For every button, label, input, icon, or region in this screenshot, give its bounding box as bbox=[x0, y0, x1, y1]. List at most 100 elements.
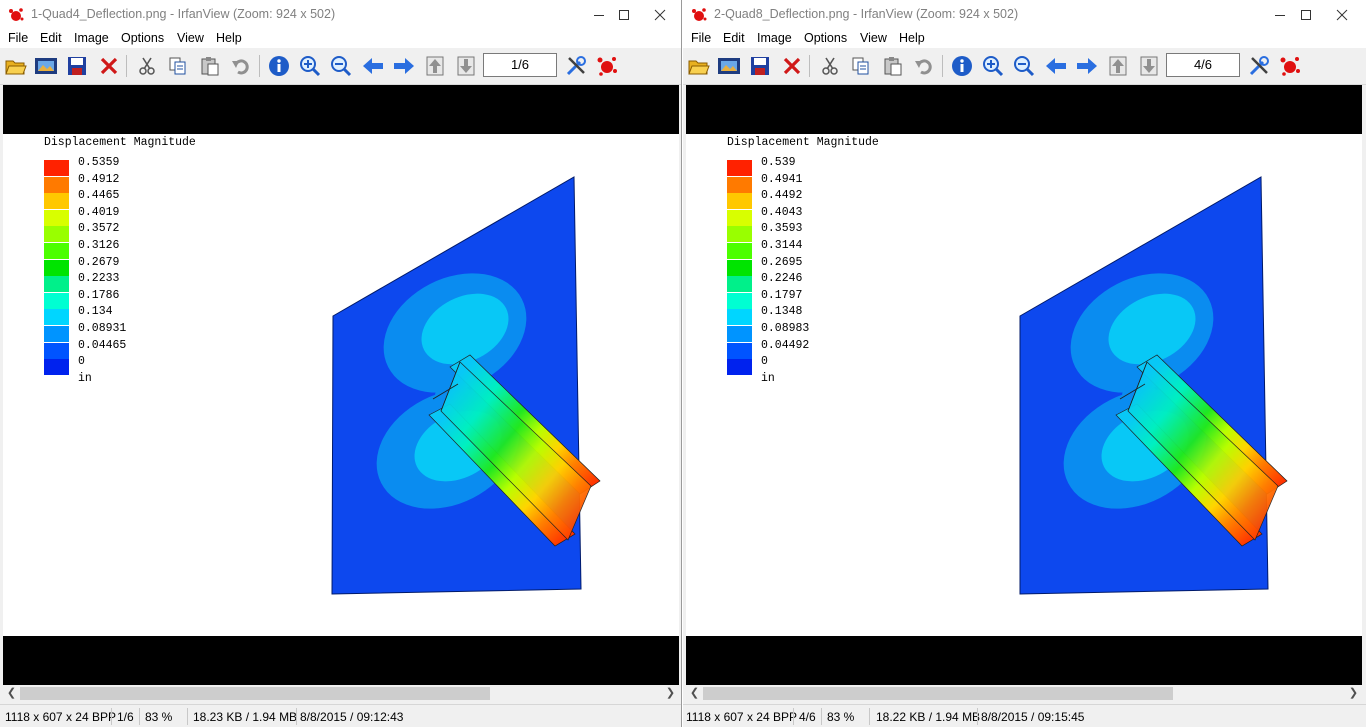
copy-button[interactable] bbox=[848, 53, 874, 79]
save-icon bbox=[751, 57, 769, 75]
info-icon bbox=[269, 56, 289, 76]
page-number-field[interactable]: 1/6 bbox=[483, 53, 557, 77]
status-zoom: 83 % bbox=[827, 710, 855, 724]
open-icon bbox=[688, 60, 710, 75]
horizontal-scrollbar[interactable]: ❮ ❯ bbox=[686, 685, 1362, 702]
image-viewer[interactable]: Displacement Magnitude 0.5359 0.4912 0.446… bbox=[3, 85, 679, 685]
paste-button[interactable] bbox=[880, 53, 906, 79]
copy-button[interactable] bbox=[165, 53, 191, 79]
cut-button[interactable] bbox=[817, 53, 843, 79]
menu-edit[interactable]: Edit bbox=[723, 31, 745, 45]
toolbar: 4/6 bbox=[683, 48, 1366, 85]
paste-button[interactable] bbox=[197, 53, 223, 79]
cut-button[interactable] bbox=[134, 53, 160, 79]
settings-button[interactable] bbox=[1246, 53, 1272, 79]
info-button[interactable] bbox=[949, 53, 975, 79]
horizontal-scrollbar[interactable]: ❮ ❯ bbox=[3, 685, 679, 702]
next-button[interactable] bbox=[1074, 53, 1100, 79]
menu-view[interactable]: View bbox=[177, 31, 204, 45]
irfanview-button[interactable] bbox=[1277, 53, 1303, 79]
maximize-icon bbox=[619, 10, 629, 20]
close-icon bbox=[1336, 9, 1348, 21]
scroll-left-icon[interactable]: ❮ bbox=[686, 685, 703, 702]
irfanview-app-icon bbox=[9, 8, 24, 21]
previous-button[interactable] bbox=[360, 53, 386, 79]
status-bar: 1118 x 607 x 24 BPP 4/6 83 % 18.22 KB / … bbox=[683, 704, 1366, 727]
scroll-right-icon[interactable]: ❯ bbox=[662, 685, 679, 702]
slideshow-button[interactable] bbox=[716, 53, 742, 79]
scroll-left-icon[interactable]: ❮ bbox=[3, 685, 20, 702]
page-number-field[interactable]: 4/6 bbox=[1166, 53, 1240, 77]
menu-view[interactable]: View bbox=[860, 31, 887, 45]
first-page-button[interactable] bbox=[1105, 53, 1131, 79]
copy-icon bbox=[169, 57, 186, 75]
cut-icon bbox=[139, 57, 155, 75]
scrollbar-thumb[interactable] bbox=[703, 687, 1173, 700]
zoom-in-icon bbox=[983, 56, 1004, 77]
previous-button[interactable] bbox=[1043, 53, 1069, 79]
settings-icon bbox=[566, 56, 586, 76]
zoom-in-button[interactable] bbox=[297, 53, 323, 79]
close-button[interactable] bbox=[1319, 0, 1365, 30]
status-page: 1/6 bbox=[117, 710, 134, 724]
info-button[interactable] bbox=[266, 53, 292, 79]
title-bar[interactable]: 1-Quad4_Deflection.png - IrfanView (Zoom… bbox=[0, 0, 681, 30]
delete-button[interactable] bbox=[96, 53, 122, 79]
irfanview-window-left: 1-Quad4_Deflection.png - IrfanView (Zoom… bbox=[0, 0, 682, 727]
menu-file[interactable]: File bbox=[8, 31, 28, 45]
status-datetime: 8/8/2015 / 09:12:43 bbox=[300, 710, 404, 724]
settings-button[interactable] bbox=[563, 53, 589, 79]
status-file-size: 18.22 KB / 1.94 MB bbox=[876, 710, 981, 724]
menu-edit[interactable]: Edit bbox=[40, 31, 62, 45]
toolbar-separator bbox=[259, 55, 260, 77]
undo-button[interactable] bbox=[228, 53, 254, 79]
slideshow-button[interactable] bbox=[33, 53, 59, 79]
status-datetime: 8/8/2015 / 09:15:45 bbox=[981, 710, 1085, 724]
status-page: 4/6 bbox=[799, 710, 816, 724]
last-page-icon bbox=[1140, 56, 1158, 76]
undo-button[interactable] bbox=[911, 53, 937, 79]
scroll-right-icon[interactable]: ❯ bbox=[1345, 685, 1362, 702]
open-icon bbox=[5, 60, 27, 75]
first-page-button[interactable] bbox=[422, 53, 448, 79]
toolbar-separator bbox=[942, 55, 943, 77]
save-icon bbox=[68, 57, 86, 75]
status-dimensions: 1118 x 607 x 24 BPP bbox=[5, 710, 116, 724]
last-page-button[interactable] bbox=[453, 53, 479, 79]
previous-icon bbox=[363, 58, 383, 74]
zoom-in-button[interactable] bbox=[980, 53, 1006, 79]
irfanview-app-icon bbox=[692, 8, 707, 21]
menu-options[interactable]: Options bbox=[121, 31, 164, 45]
scrollbar-thumb[interactable] bbox=[20, 687, 490, 700]
zoom-out-icon bbox=[331, 56, 352, 77]
zoom-in-icon bbox=[300, 56, 321, 77]
open-button[interactable] bbox=[686, 53, 712, 79]
window-title: 1-Quad4_Deflection.png - IrfanView (Zoom… bbox=[31, 7, 336, 21]
last-page-button[interactable] bbox=[1136, 53, 1162, 79]
menu-image[interactable]: Image bbox=[757, 31, 792, 45]
fea-result-image: Displacement Magnitude 0.5359 0.4912 0.446… bbox=[3, 134, 679, 636]
title-bar[interactable]: 2-Quad8_Deflection.png - IrfanView (Zoom… bbox=[683, 0, 1366, 30]
menu-file[interactable]: File bbox=[691, 31, 711, 45]
save-button[interactable] bbox=[64, 53, 90, 79]
undo-icon bbox=[915, 59, 932, 75]
irfanview-button[interactable] bbox=[594, 53, 620, 79]
image-viewer[interactable]: Displacement Magnitude 0.539 0.4941 0.4492… bbox=[686, 85, 1362, 685]
open-button[interactable] bbox=[3, 53, 29, 79]
menu-image[interactable]: Image bbox=[74, 31, 109, 45]
delete-button[interactable] bbox=[779, 53, 805, 79]
next-button[interactable] bbox=[391, 53, 417, 79]
deformed-model-plot bbox=[331, 176, 601, 595]
menu-options[interactable]: Options bbox=[804, 31, 847, 45]
close-button[interactable] bbox=[637, 0, 681, 30]
slideshow-icon bbox=[35, 58, 57, 74]
deformed-model-plot bbox=[1019, 176, 1288, 595]
menu-help[interactable]: Help bbox=[899, 31, 925, 45]
menu-help[interactable]: Help bbox=[216, 31, 242, 45]
delete-icon bbox=[783, 57, 801, 75]
save-button[interactable] bbox=[747, 53, 773, 79]
settings-icon bbox=[1249, 56, 1269, 76]
first-page-icon bbox=[1109, 56, 1127, 76]
zoom-out-button[interactable] bbox=[1011, 53, 1037, 79]
zoom-out-button[interactable] bbox=[328, 53, 354, 79]
